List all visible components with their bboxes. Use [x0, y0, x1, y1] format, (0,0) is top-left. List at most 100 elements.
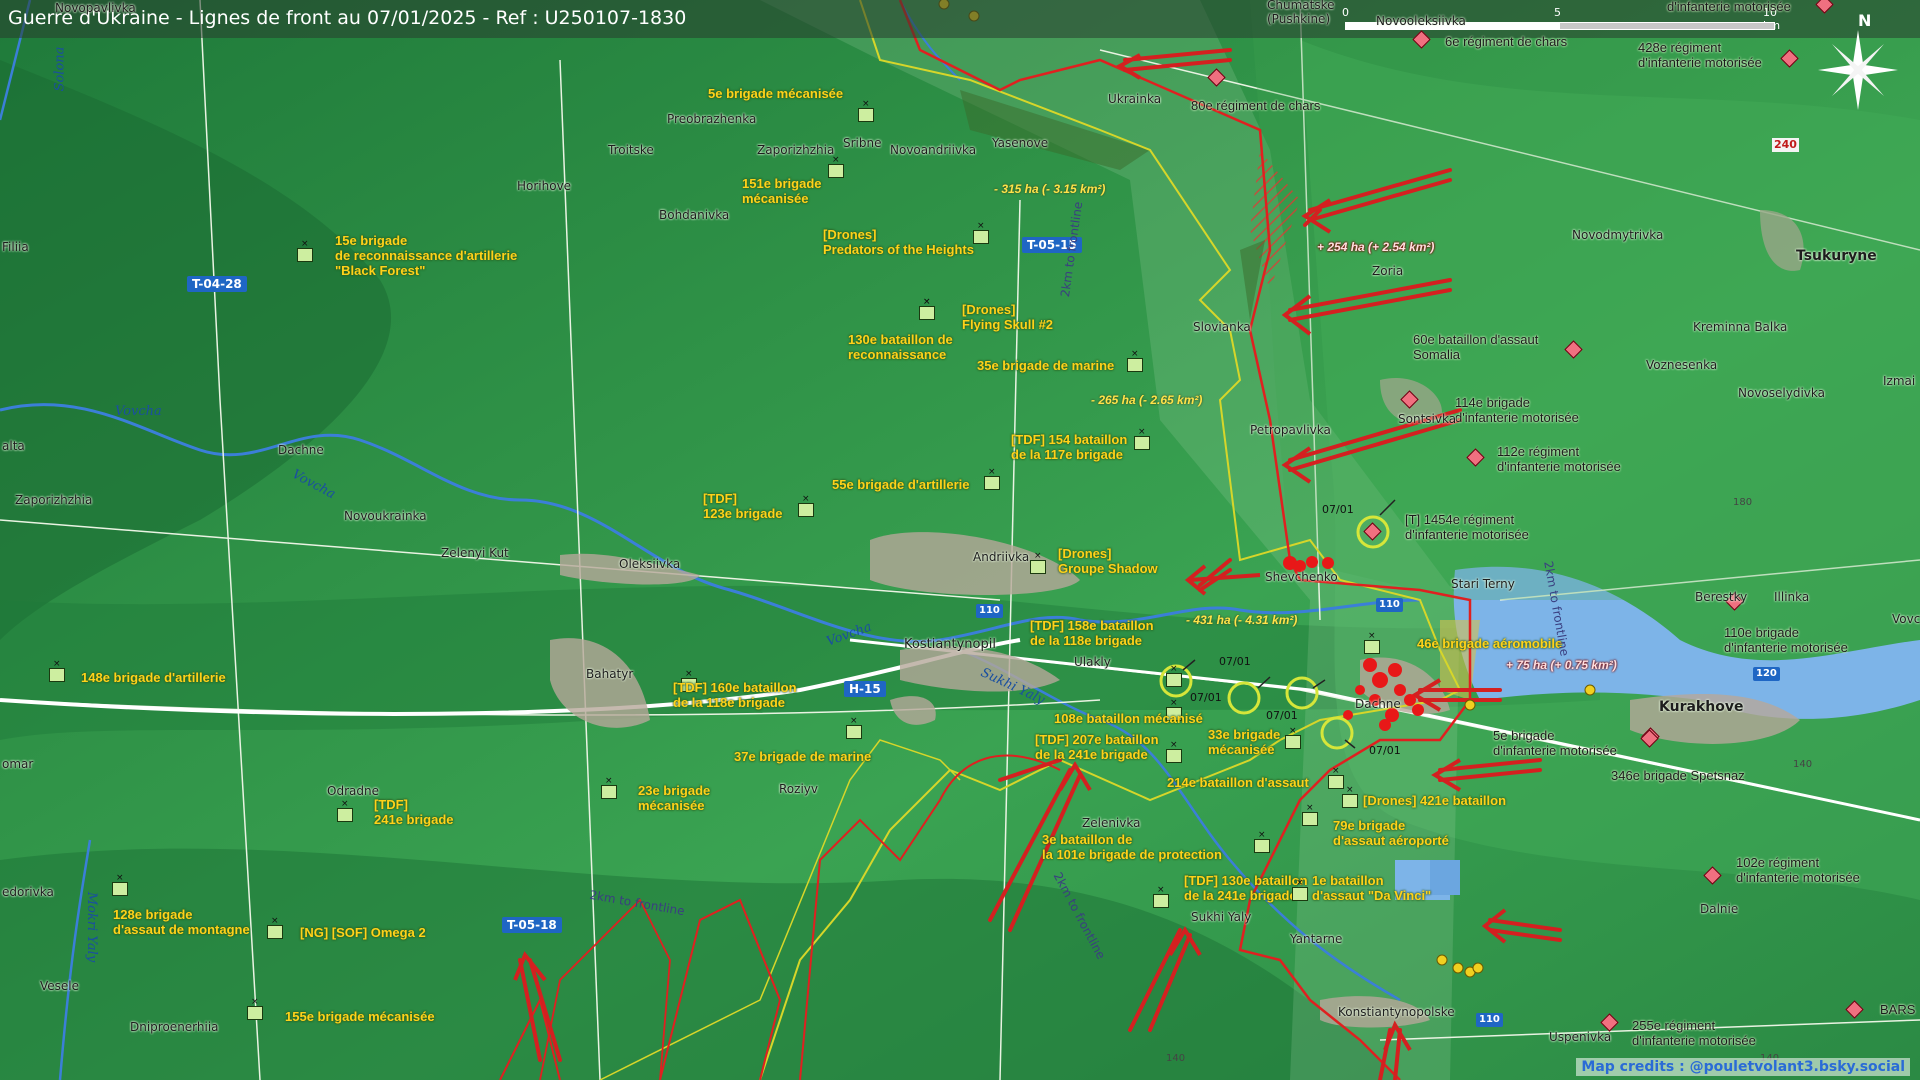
rus-unit-label: 255e régiment d'infanterie motorisée — [1632, 1018, 1756, 1048]
rus-unit-label: 102e régiment d'infanterie motorisée — [1736, 855, 1860, 885]
ukr-unit-label: 23e brigade mécanisée — [638, 783, 711, 813]
area-change-label: - 265 ha (- 2.65 km²) — [1091, 393, 1203, 407]
place-label: Dalnie — [1700, 902, 1739, 916]
scale-tick-5: 5 — [1554, 6, 1561, 19]
ukr-unit-marker-icon[interactable]: × — [1285, 727, 1301, 749]
ukr-unit-marker-icon[interactable]: × — [1030, 552, 1046, 574]
river-label: Mokri Yaly — [84, 891, 100, 963]
north-arrow-icon: N — [1818, 11, 1898, 110]
ukr-unit-marker-icon[interactable]: × — [1153, 886, 1169, 908]
ukr-unit-label: 130e bataillon de reconnaissance — [848, 332, 953, 362]
ukr-unit-label: 1e bataillon d'assaut "Da Vinci" — [1312, 873, 1432, 903]
ukr-unit-label: 5e brigade mécanisée — [708, 86, 844, 101]
place-label: Yasenove — [992, 136, 1049, 150]
ukr-unit-label: [TDF] 123e brigade — [703, 491, 783, 521]
ukr-unit-marker-icon[interactable]: × — [1127, 350, 1143, 372]
ukr-unit-label: [Drones] 421e bataillon — [1363, 793, 1507, 808]
ukr-unit-marker-icon[interactable]: × — [1166, 665, 1182, 687]
date-label: 07/01 — [1322, 503, 1354, 516]
place-label: Illinka — [1774, 590, 1810, 604]
ukr-unit-marker-icon[interactable]: × — [297, 240, 313, 262]
road-shield: T-05-18 — [502, 917, 562, 933]
ukr-unit-marker-icon[interactable]: × — [828, 156, 844, 178]
ukr-unit-label: 128e brigade d'assaut de montagne — [113, 907, 250, 937]
place-label: Slovianka — [1193, 320, 1251, 334]
ukr-unit-marker-icon[interactable]: × — [858, 100, 874, 122]
elevation-label: 180 — [1733, 497, 1753, 508]
ukr-unit-marker-icon[interactable]: × — [984, 468, 1000, 490]
ukr-unit-label: 155e brigade mécanisée — [285, 1009, 435, 1024]
rus-unit-label: 110e brigade d'infanterie motorisée — [1724, 625, 1848, 655]
place-label: Dachne — [278, 443, 324, 457]
date-label: 07/01 — [1219, 655, 1251, 668]
place-label: Stari Terny — [1451, 577, 1515, 591]
ukr-unit-marker-icon[interactable]: × — [1364, 632, 1380, 654]
ukr-unit-marker-icon[interactable]: × — [337, 800, 353, 822]
ukr-unit-label: 108e bataillon mécanisé — [1054, 711, 1203, 726]
rus-unit-label: 60e bataillon d'assaut Somalia — [1413, 332, 1539, 362]
place-label: Filiia — [2, 240, 29, 254]
ukr-unit-marker-icon[interactable]: × — [1342, 786, 1358, 808]
ukr-unit-marker-icon[interactable]: × — [1166, 741, 1182, 763]
date-label: 07/01 — [1369, 744, 1401, 757]
ukr-unit-marker-icon[interactable]: × — [247, 998, 263, 1020]
ukr-unit-marker-icon[interactable]: × — [1134, 428, 1150, 450]
place-label: Vesele — [40, 979, 80, 993]
north-label: N — [1858, 11, 1871, 30]
ukr-unit-marker-icon[interactable]: × — [1254, 831, 1270, 853]
place-label: Dachne — [1355, 697, 1401, 711]
place-label: Sribne — [843, 136, 882, 150]
place-label: Horihove — [517, 179, 572, 193]
ukr-unit-label: [Drones] Predators of the Heights — [823, 227, 974, 257]
ukr-unit-marker-icon[interactable]: × — [49, 660, 65, 682]
ukr-unit-label: [TDF] 158e bataillon de la 118e brigade — [1030, 618, 1154, 648]
river-label: Vovcha — [115, 404, 162, 419]
rus-unit-label: 428e régiment d'infanterie motorisée — [1638, 40, 1762, 70]
place-label: Novoandriivka — [890, 143, 977, 157]
road-shield: 110 — [1376, 598, 1403, 612]
road-shield: 110 — [976, 604, 1003, 618]
place-label: alta — [2, 439, 25, 453]
road-shield: 120 — [1753, 667, 1780, 681]
pond-2 — [1430, 860, 1460, 895]
place-label: Ukrainka — [1108, 92, 1162, 106]
place-label: Kreminna Balka — [1693, 320, 1788, 334]
place-label: Berestky — [1695, 590, 1748, 604]
ukr-unit-label: 151e brigade mécanisée — [742, 176, 822, 206]
place-label: Yantarne — [1290, 932, 1343, 946]
place-label: Dniproenerhiia — [130, 1020, 219, 1034]
ukr-unit-marker-icon[interactable]: × — [1328, 767, 1344, 789]
place-label: Bahatyr — [586, 667, 634, 681]
rus-unit-label: [T] 1454e régiment d'infanterie motorisé… — [1405, 512, 1529, 542]
ukr-unit-marker-icon[interactable]: × — [267, 917, 283, 939]
place-label: Izmai — [1883, 374, 1916, 388]
place-label: Novoukrainka — [344, 509, 427, 523]
map-view[interactable]: Guerre d'Ukraine - Lignes de front au 07… — [0, 0, 1920, 1080]
ukr-unit-label: [TDF] 160e bataillon de la 118e brigade — [673, 680, 797, 710]
place-label: Oleksiivka — [619, 557, 681, 571]
place-label: Roziyv — [779, 782, 818, 796]
ukr-unit-marker-icon[interactable]: × — [846, 717, 862, 739]
date-label: 07/01 — [1190, 691, 1222, 704]
ukr-unit-label: [TDF] 130e bataillon de la 241e brigade — [1184, 873, 1308, 903]
ukr-unit-marker-icon[interactable]: × — [1292, 879, 1308, 901]
ukr-unit-marker-icon[interactable]: × — [919, 298, 935, 320]
area-change-label: + 254 ha (+ 2.54 km²) — [1317, 240, 1435, 254]
ukr-unit-label: [Drones] Flying Skull #2 — [962, 302, 1054, 332]
ukr-unit-label: 15e brigade de reconnaissance d'artiller… — [335, 233, 518, 278]
rus-unit-label: BARS — [1880, 1002, 1916, 1017]
ukr-unit-label: 214e bataillon d'assaut — [1167, 775, 1309, 790]
place-label: Novodmytrivka — [1572, 228, 1664, 242]
place-label: Zelenivka — [1082, 816, 1141, 830]
ukr-unit-marker-icon[interactable]: × — [601, 777, 617, 799]
ukr-unit-marker-icon[interactable]: × — [1302, 804, 1318, 826]
place-label: Uspenivka — [1549, 1030, 1612, 1044]
ukr-unit-marker-icon[interactable]: × — [973, 222, 989, 244]
ukr-unit-label: 55e brigade d'artillerie — [832, 477, 970, 492]
place-label: Odradne — [327, 784, 379, 798]
rus-unit-label: 6e régiment de chars — [1445, 34, 1568, 49]
map-credits[interactable]: Map credits : @pouletvolant3.bsky.social — [1576, 1058, 1910, 1076]
ukr-unit-marker-icon[interactable]: × — [798, 495, 814, 517]
ukr-unit-label: 46e brigade aéromobile — [1417, 636, 1563, 651]
ukr-unit-marker-icon[interactable]: × — [112, 874, 128, 896]
